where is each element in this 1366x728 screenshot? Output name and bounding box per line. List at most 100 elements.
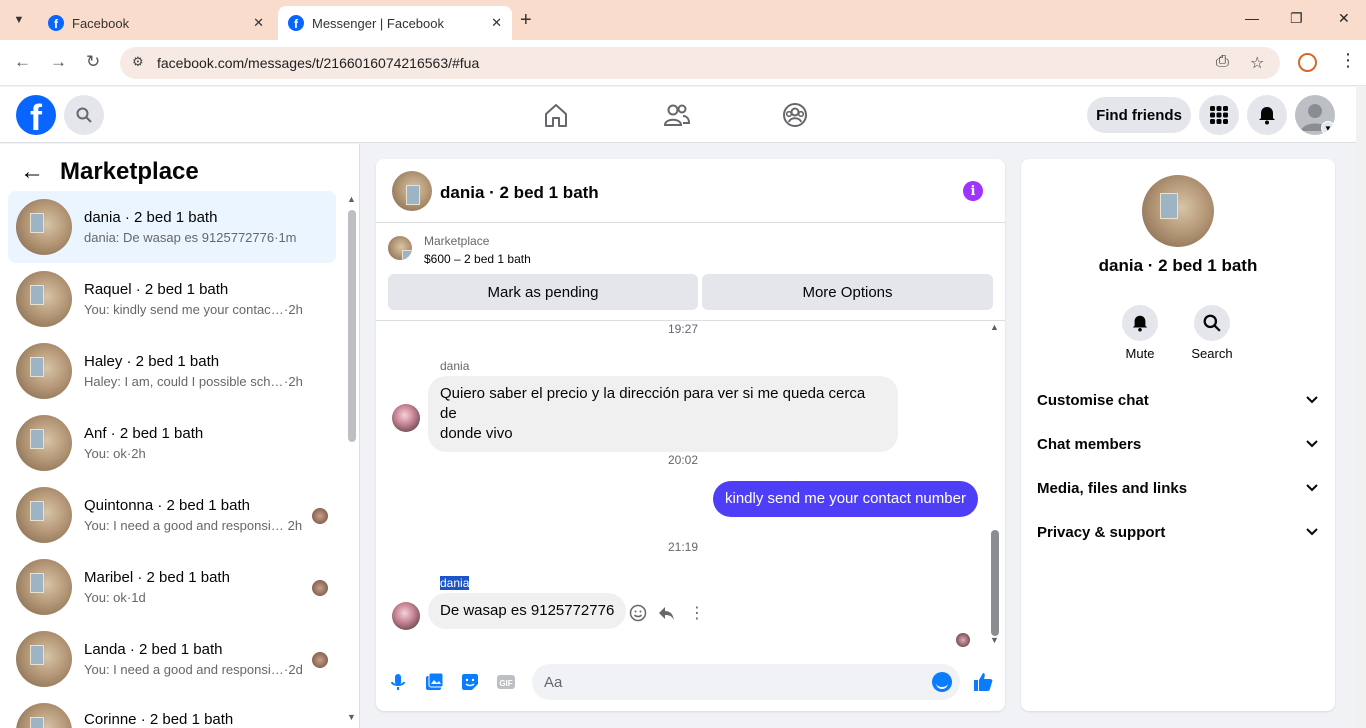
minimize-icon[interactable]: — xyxy=(1245,10,1259,26)
chat-title[interactable]: dania · 2 bed 1 bath xyxy=(440,183,599,203)
message-composer: GIF xyxy=(376,659,1005,707)
message-input[interactable] xyxy=(532,664,960,700)
thumbs-up-icon[interactable] xyxy=(972,671,994,693)
browser-menu-icon[interactable]: ⋮ xyxy=(1339,50,1357,71)
sticker-icon[interactable] xyxy=(460,672,480,692)
conversation-list-scrollbar[interactable]: ▲ ▼ xyxy=(346,194,358,728)
conversation-item[interactable]: Raquel · 2 bed 1 bath You: kindly send m… xyxy=(8,263,336,335)
window-close-icon[interactable]: ✕ xyxy=(1338,10,1350,27)
listing-thumbnail xyxy=(16,703,72,728)
browser-tab-messenger[interactable]: f Messenger | Facebook ✕ xyxy=(278,6,512,40)
conversation-item[interactable]: dania · 2 bed 1 bath dania: De wasap es … xyxy=(8,191,336,263)
message-line: donde vivo xyxy=(440,425,513,442)
customise-chat-section[interactable]: Customise chat xyxy=(1029,378,1327,422)
listing-price[interactable]: $600 – 2 bed 1 bath xyxy=(424,252,531,266)
scroll-down-icon[interactable]: ▼ xyxy=(347,712,356,722)
chevron-down-icon xyxy=(1306,528,1318,536)
page-scrollbar[interactable] xyxy=(1356,87,1366,728)
listing-thumbnail xyxy=(16,631,72,687)
scroll-down-icon[interactable]: ▼ xyxy=(990,635,999,645)
listing-thumbnail xyxy=(16,343,72,399)
install-app-icon[interactable]: ⎙ xyxy=(1216,53,1229,71)
back-icon[interactable]: ← xyxy=(14,52,31,72)
scrollbar-thumb[interactable] xyxy=(991,530,999,636)
home-icon[interactable] xyxy=(542,101,570,129)
conversation-item[interactable]: Corinne · 2 bed 1 bath xyxy=(8,695,336,728)
back-arrow-icon[interactable]: ← xyxy=(20,158,44,186)
new-tab-button[interactable]: + xyxy=(520,9,532,32)
message-thread-scrollbar[interactable]: ▲ ▼ xyxy=(988,322,1002,652)
friends-icon[interactable] xyxy=(662,101,690,129)
conversation-time: 1m xyxy=(278,230,297,245)
conversation-item[interactable]: Maribel · 2 bed 1 bath You: ok · 1d xyxy=(8,551,336,623)
facebook-favicon-icon: f xyxy=(288,15,304,31)
notifications-button[interactable] xyxy=(1247,95,1287,135)
scroll-up-icon[interactable]: ▲ xyxy=(347,194,356,204)
scrollbar-thumb[interactable] xyxy=(348,210,356,442)
react-emoji-icon[interactable] xyxy=(629,604,647,622)
conversation-name: Maribel · 2 bed 1 bath xyxy=(84,569,230,586)
marketplace-label: Marketplace xyxy=(424,234,490,248)
chat-avatar[interactable] xyxy=(392,171,432,211)
find-friends-button[interactable]: Find friends xyxy=(1087,97,1191,133)
reply-icon[interactable] xyxy=(657,604,675,622)
account-avatar[interactable]: ▼ xyxy=(1295,95,1335,135)
browser-tab-facebook[interactable]: f Facebook ✕ xyxy=(38,6,274,40)
emoji-picker-icon[interactable] xyxy=(932,672,952,692)
forward-icon[interactable]: → xyxy=(50,52,67,72)
tab-search-dropdown[interactable]: ▼ xyxy=(6,8,32,32)
browser-profile-icon[interactable] xyxy=(1298,53,1317,72)
url-text[interactable]: facebook.com/messages/t/2166016074216563… xyxy=(157,55,479,71)
search-icon xyxy=(1203,314,1221,332)
chevron-down-icon xyxy=(1306,440,1318,448)
conversation-item[interactable]: Landa · 2 bed 1 bath You: I need a good … xyxy=(8,623,336,695)
conversation-item[interactable]: Haley · 2 bed 1 bath Haley: I am, could … xyxy=(8,335,336,407)
gif-icon[interactable]: GIF xyxy=(496,672,516,692)
more-options-button[interactable]: More Options xyxy=(702,274,993,310)
conversation-item[interactable]: Quintonna · 2 bed 1 bath You: I need a g… xyxy=(8,479,336,551)
sender-avatar[interactable] xyxy=(392,602,420,630)
url-bar[interactable]: ⚙ facebook.com/messages/t/21660160742165… xyxy=(120,47,1280,79)
chat-info-panel: dania · 2 bed 1 bath Mute Search Customi… xyxy=(1021,159,1335,711)
facebook-logo-icon[interactable]: f xyxy=(16,95,56,135)
info-icon[interactable]: i xyxy=(963,181,983,201)
menu-button[interactable] xyxy=(1199,95,1239,135)
scroll-up-icon[interactable]: ▲ xyxy=(990,322,999,332)
site-settings-icon[interactable]: ⚙ xyxy=(132,54,144,70)
reload-icon[interactable]: ↻ xyxy=(86,52,100,72)
mute-label: Mute xyxy=(1125,346,1155,361)
listing-thumbnail xyxy=(16,199,72,255)
sender-avatar[interactable] xyxy=(392,404,420,432)
privacy-support-section[interactable]: Privacy & support xyxy=(1029,510,1327,554)
conversation-list-panel: ← Marketplace dania · 2 bed 1 bath dania… xyxy=(0,144,360,728)
conversation-item[interactable]: Anf · 2 bed 1 bath You: ok · 2h xyxy=(8,407,336,479)
mute-action[interactable]: Mute xyxy=(1110,305,1170,361)
conversation-preview: dania: De wasap es 9125772776 xyxy=(84,230,275,245)
close-tab-icon[interactable]: ✕ xyxy=(253,15,264,31)
maximize-icon[interactable]: ❐ xyxy=(1290,10,1303,27)
incoming-message[interactable]: De wasap es 9125772776 xyxy=(428,593,627,629)
chat-members-section[interactable]: Chat members xyxy=(1029,422,1327,466)
search-action[interactable]: Search xyxy=(1182,305,1242,361)
search-button[interactable] xyxy=(64,95,104,135)
outgoing-message[interactable]: kindly send me your contact number xyxy=(713,481,978,517)
chat-header: dania · 2 bed 1 bath i xyxy=(376,159,1005,223)
bookmark-star-icon[interactable]: ☆ xyxy=(1250,53,1264,73)
media-files-links-section[interactable]: Media, files and links xyxy=(1029,466,1327,510)
close-tab-icon[interactable]: ✕ xyxy=(491,15,502,31)
groups-icon[interactable] xyxy=(781,101,809,129)
contact-avatar[interactable] xyxy=(1142,175,1214,247)
incoming-message[interactable]: Quiero saber el precio y la dirección pa… xyxy=(428,376,898,452)
facebook-header: f Find friends ▼ xyxy=(0,87,1356,143)
timestamp: 19:27 xyxy=(667,322,699,336)
microphone-icon[interactable] xyxy=(388,672,408,692)
mark-as-pending-button[interactable]: Mark as pending xyxy=(388,274,698,310)
photo-icon[interactable] xyxy=(424,672,444,692)
facebook-favicon-icon: f xyxy=(48,15,64,31)
listing-thumbnail[interactable] xyxy=(388,236,412,260)
more-actions-icon[interactable]: ⋮ xyxy=(689,603,705,623)
chevron-down-icon xyxy=(1306,396,1318,404)
chat-panel: dania · 2 bed 1 bath i Marketplace $600 … xyxy=(376,159,1005,711)
bell-icon xyxy=(1132,315,1148,332)
message-line: Quiero saber el precio y la dirección pa… xyxy=(440,385,866,422)
